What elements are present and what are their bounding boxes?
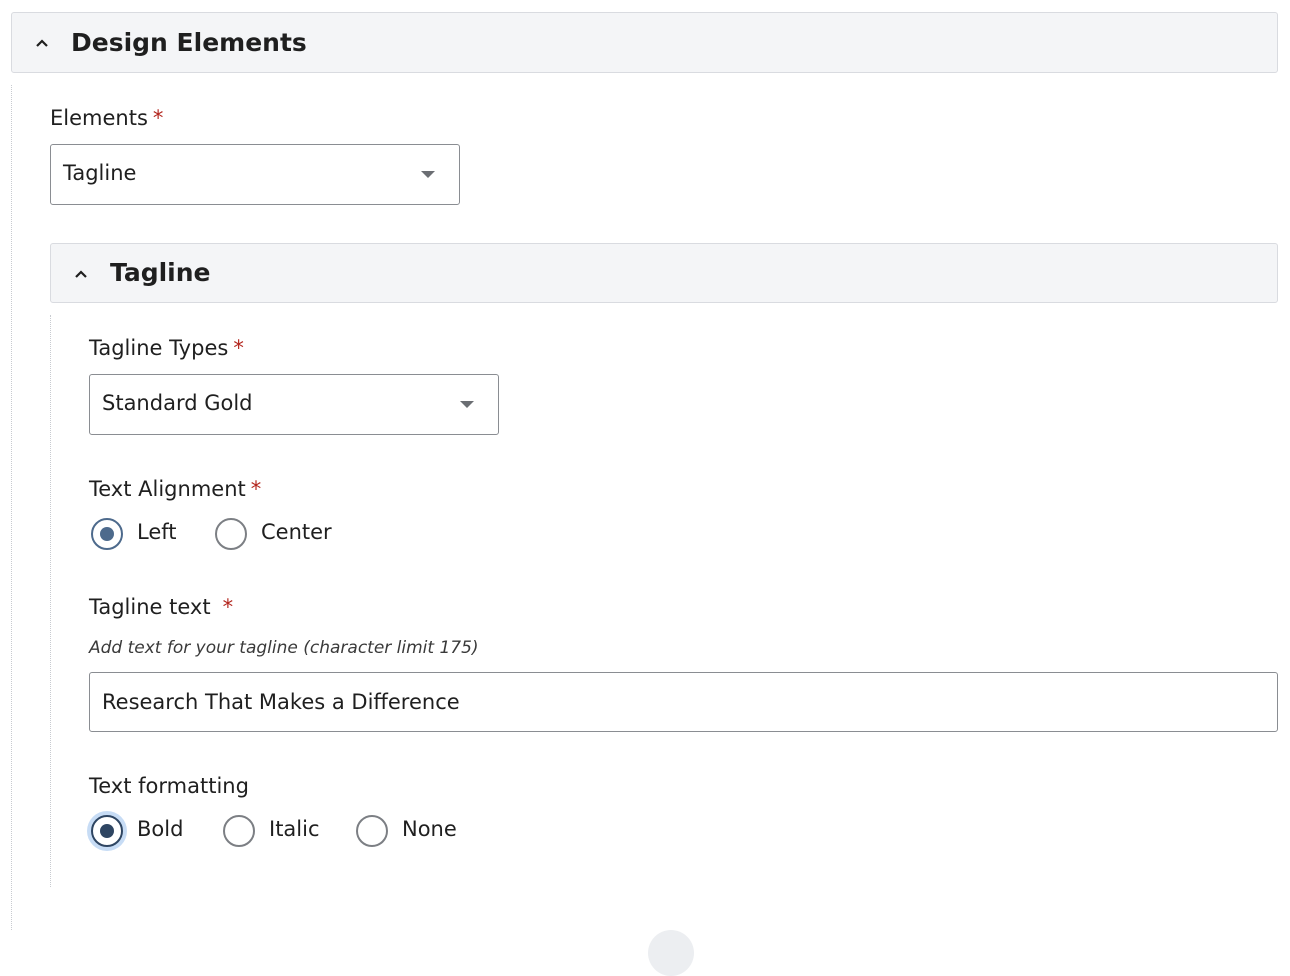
radio-label: Bold bbox=[137, 817, 184, 841]
tagline-text-label: Tagline text * bbox=[89, 595, 233, 619]
tagline-types-select[interactable]: Standard Gold bbox=[89, 374, 499, 435]
required-marker: * bbox=[233, 336, 244, 360]
radio-label: Italic bbox=[269, 817, 320, 841]
chevron-up-icon bbox=[36, 39, 48, 47]
required-marker: * bbox=[222, 595, 234, 619]
section-guide-line bbox=[11, 85, 12, 930]
radio-circle bbox=[91, 815, 123, 847]
radio-label: Left bbox=[137, 520, 177, 544]
required-marker: * bbox=[152, 106, 164, 130]
radio-circle bbox=[215, 518, 247, 550]
caret-down-icon bbox=[421, 171, 435, 178]
radio-label: None bbox=[402, 817, 457, 841]
text-alignment-label-text: Text Alignment bbox=[89, 477, 246, 501]
tagline-types-label: Tagline Types * bbox=[89, 336, 244, 360]
radio-label: Center bbox=[261, 520, 332, 544]
text-formatting-radio-group: Bold Italic None bbox=[91, 812, 511, 852]
elements-select-value: Tagline bbox=[63, 161, 137, 185]
chevron-up-icon bbox=[75, 270, 87, 278]
elements-label-text: Elements bbox=[50, 106, 148, 130]
radio-circle bbox=[91, 518, 123, 550]
text-alignment-radio-group: Left Center bbox=[91, 515, 391, 555]
text-formatting-label: Text formatting bbox=[89, 774, 249, 798]
tagline-header[interactable]: Tagline bbox=[50, 243, 1278, 303]
elements-label: Elements * bbox=[50, 106, 163, 130]
radio-circle bbox=[356, 815, 388, 847]
required-marker: * bbox=[250, 477, 262, 501]
tagline-help-text: Add text for your tagline (character lim… bbox=[89, 638, 479, 658]
tagline-text-label-text: Tagline text bbox=[89, 595, 211, 619]
tagline-types-label-text: Tagline Types bbox=[89, 336, 229, 360]
radio-circle bbox=[223, 815, 255, 847]
section-title: Tagline bbox=[110, 258, 211, 287]
section-guide-line bbox=[50, 315, 51, 887]
tagline-text-input[interactable] bbox=[89, 672, 1278, 732]
scroll-bubble[interactable] bbox=[648, 930, 694, 976]
section-title: Design Elements bbox=[71, 28, 307, 57]
text-alignment-label: Text Alignment * bbox=[89, 477, 261, 501]
elements-select[interactable]: Tagline bbox=[50, 144, 460, 205]
design-elements-header[interactable]: Design Elements bbox=[11, 12, 1278, 73]
tagline-types-select-value: Standard Gold bbox=[102, 391, 253, 415]
caret-down-icon bbox=[460, 401, 474, 408]
